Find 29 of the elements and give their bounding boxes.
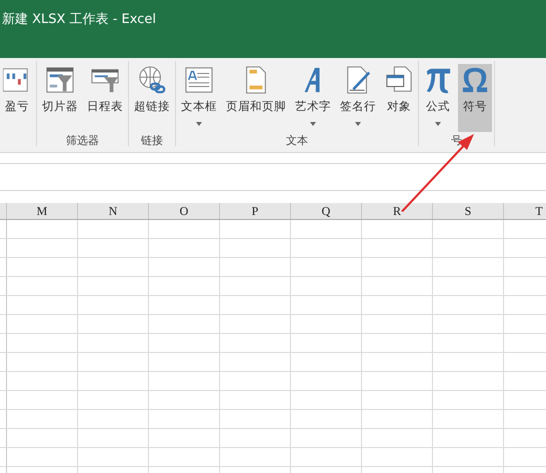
column-header[interactable]: M [7, 203, 78, 219]
ribbon-button[interactable]: 切片器 [39, 64, 81, 132]
group-label: 筛选器 [66, 133, 99, 148]
ribbon-button[interactable]: 符号 [458, 64, 492, 132]
text-box-icon [185, 66, 213, 94]
ribbon-button[interactable]: 页眉和页脚 [223, 64, 289, 132]
column-header[interactable]: N [78, 203, 149, 219]
column-header[interactable]: O [149, 203, 220, 219]
filter-icon [46, 66, 74, 94]
ribbon-button[interactable]: 文本框 [178, 64, 220, 132]
window-title: 新建 XLSX 工作表 - Excel [2, 12, 156, 27]
omega-icon [461, 66, 489, 94]
ribbon-button[interactable]: 对象 [382, 64, 416, 132]
group-label: 文本 [286, 133, 308, 148]
group-label: 号 [451, 133, 462, 148]
ribbon-button[interactable]: 超链接 [131, 64, 173, 132]
ribbon-button[interactable]: 签名行 [337, 64, 379, 132]
column-header[interactable]: S [433, 203, 504, 219]
group-label: 链接 [141, 133, 163, 148]
ribbon-button[interactable]: 日程表 [84, 64, 126, 132]
object-icon [385, 66, 413, 94]
globe-link-icon [138, 66, 166, 94]
column-header[interactable]: T [504, 203, 546, 219]
column-header[interactable]: Q [291, 203, 362, 219]
ribbon-button[interactable]: 公式 [421, 64, 455, 132]
ribbon-button[interactable]: 盈亏 [0, 64, 34, 132]
column-header[interactable]: P [220, 203, 291, 219]
ribbon-button[interactable]: 艺术字 [292, 64, 334, 132]
pi-icon [424, 66, 452, 94]
